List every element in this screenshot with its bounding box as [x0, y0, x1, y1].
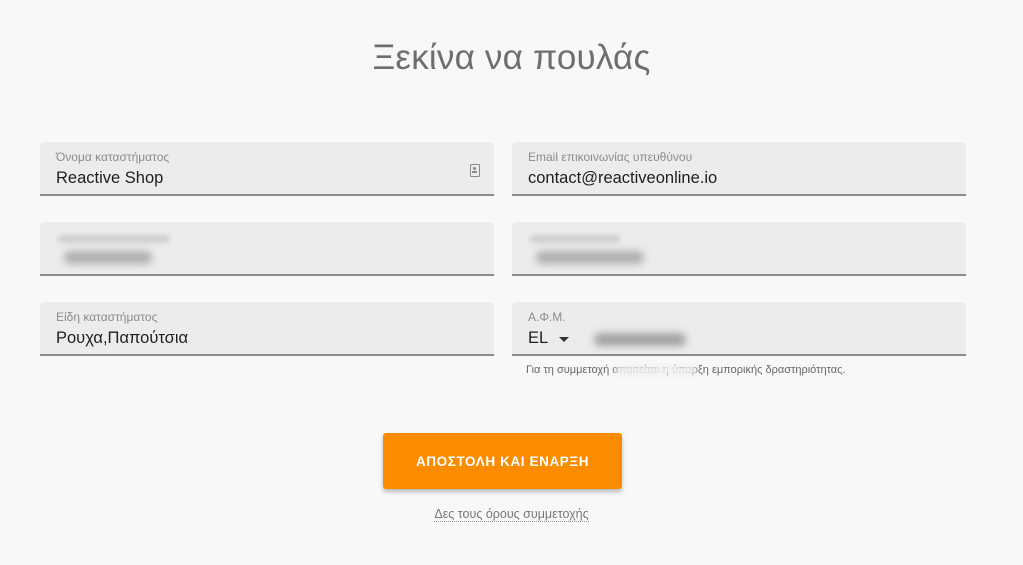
submit-button[interactable]: ΑΠΟΣΤΟΛΗ ΚΑΙ ΕΝΑΡΞΗ [383, 433, 622, 489]
store-types-input[interactable]: Ρουχα,Παπούτσια [56, 329, 188, 348]
vat-hint: Για τη συμμετοχή απαιτείται η ύπαρξη εμπ… [526, 364, 846, 376]
phone-input-blurred[interactable] [536, 251, 644, 264]
vat-label: Α.Φ.Μ. [528, 310, 566, 324]
phone-field[interactable] [512, 222, 966, 276]
store-name-field[interactable]: Όνομα καταστήματος Reactive Shop [40, 142, 494, 196]
store-name-input[interactable]: Reactive Shop [56, 169, 163, 188]
vat-input-blurred[interactable] [594, 333, 686, 346]
contact-email-input[interactable]: contact@reactiveonline.io [528, 169, 717, 188]
store-types-label: Είδη καταστήματος [56, 310, 158, 324]
chevron-down-icon[interactable] [559, 336, 570, 342]
store-name-label: Όνομα καταστήματος [56, 150, 170, 164]
hint-redaction [616, 366, 696, 375]
page-title: Ξεκίνα να πουλάς [372, 38, 651, 77]
country-code-value: EL [528, 329, 549, 347]
phone-label-blurred [530, 235, 620, 243]
id-card-icon [470, 164, 480, 177]
store-types-field[interactable]: Είδη καταστήματος Ρουχα,Παπούτσια [40, 302, 494, 356]
contact-email-field[interactable]: Email επικοινωνίας υπευθύνου contact@rea… [512, 142, 966, 196]
terms-container: Δες τους όρους συμμετοχής [0, 507, 1023, 522]
surname-label-blurred [58, 235, 170, 243]
vat-field[interactable]: Α.Φ.Μ. EL [512, 302, 966, 356]
surname-field[interactable] [40, 222, 494, 276]
country-code-select[interactable]: EL [528, 329, 570, 348]
terms-link[interactable]: Δες τους όρους συμμετοχής [434, 507, 589, 522]
contact-email-label: Email επικοινωνίας υπευθύνου [528, 150, 693, 164]
surname-input-blurred[interactable] [64, 251, 152, 264]
